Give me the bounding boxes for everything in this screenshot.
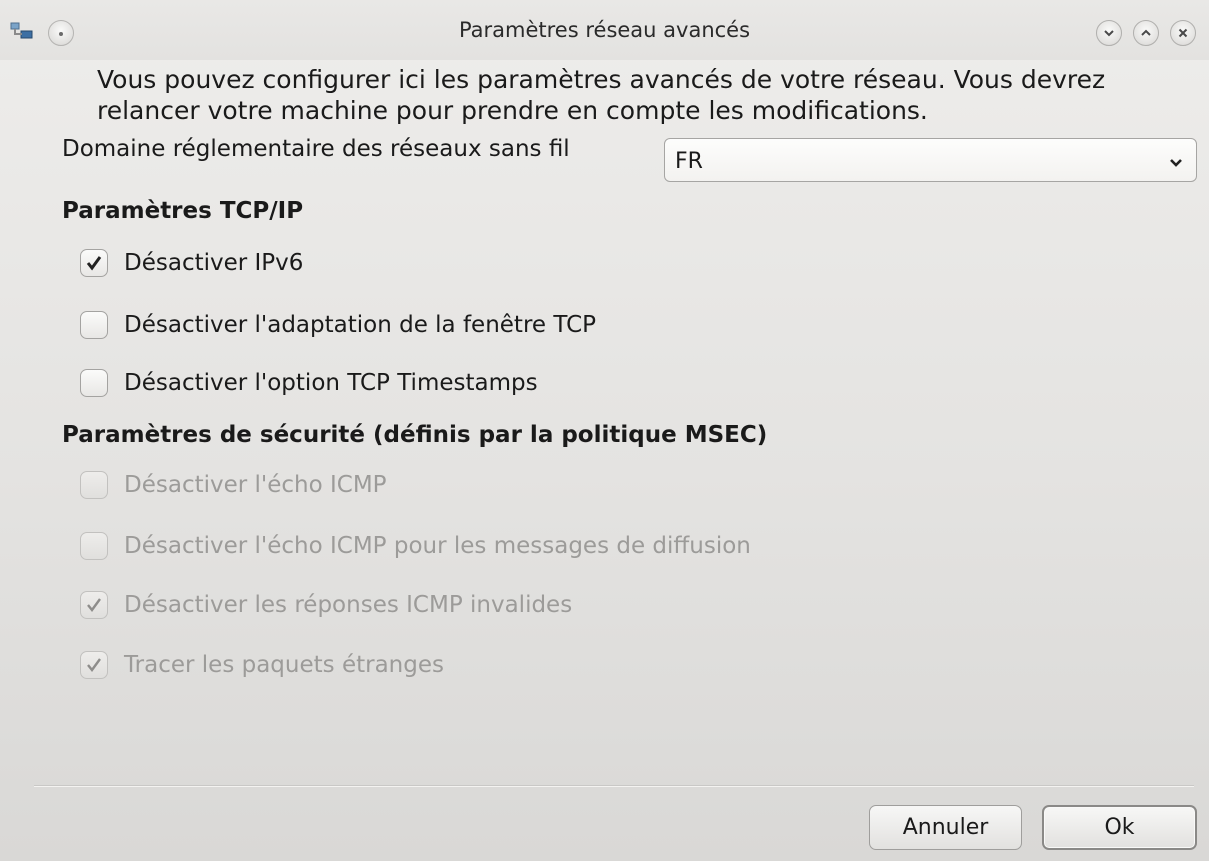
checkbox-label: Désactiver l'écho ICMP [124, 472, 387, 498]
chevron-up-icon[interactable] [1133, 20, 1159, 46]
title-bar[interactable]: Paramètres réseau avancés [0, 0, 1209, 60]
checkbox-label: Désactiver IPv6 [124, 250, 304, 276]
checkbox-box[interactable] [80, 471, 108, 499]
checkbox-disable-icmp-broadcast-echo[interactable]: Désactiver l'écho ICMP pour les messages… [80, 529, 751, 563]
checkbox-label: Désactiver l'option TCP Timestamps [124, 370, 538, 396]
close-icon[interactable] [1170, 20, 1196, 46]
window-title: Paramètres réseau avancés [458, 18, 751, 42]
checkbox-disable-invalid-icmp-responses[interactable]: Désactiver les réponses ICMP invalides [80, 588, 572, 622]
checkbox-box[interactable] [80, 651, 108, 679]
checkbox-box[interactable] [80, 311, 108, 339]
checkbox-label: Tracer les paquets étranges [124, 652, 444, 678]
cancel-button[interactable]: Annuler [869, 805, 1022, 850]
checkbox-disable-tcp-timestamps[interactable]: Désactiver l'option TCP Timestamps [80, 366, 538, 400]
checkbox-log-strange-packets[interactable]: Tracer les paquets étranges [80, 648, 444, 682]
checkbox-label: Désactiver les réponses ICMP invalides [124, 592, 573, 618]
regulatory-domain-value: FR [675, 149, 703, 174]
checkbox-box[interactable] [80, 369, 108, 397]
checkbox-box[interactable] [80, 591, 108, 619]
security-section-title: Paramètres de sécurité (définis par la p… [62, 422, 768, 448]
checkbox-disable-ipv6[interactable]: Désactiver IPv6 [80, 246, 303, 280]
advanced-network-settings-window: Paramètres réseau avancés Vous pouvez co… [0, 0, 1209, 861]
chevron-down-icon [1168, 154, 1184, 173]
regulatory-domain-label: Domaine réglementaire des réseaux sans f… [62, 136, 570, 162]
ok-button[interactable]: Ok [1042, 805, 1197, 850]
checkbox-label: Désactiver l'adaptation de la fenêtre TC… [124, 312, 596, 338]
checkbox-box[interactable] [80, 249, 108, 277]
checkbox-disable-tcp-window-scaling[interactable]: Désactiver l'adaptation de la fenêtre TC… [80, 308, 596, 342]
checkbox-disable-icmp-echo[interactable]: Désactiver l'écho ICMP [80, 468, 387, 502]
separator [34, 785, 1194, 787]
tcp-section-title: Paramètres TCP/IP [62, 198, 304, 224]
description-text: Vous pouvez configurer ici les paramètre… [97, 65, 1106, 125]
chevron-down-icon[interactable] [1096, 20, 1122, 46]
checkbox-label: Désactiver l'écho ICMP pour les messages… [124, 533, 751, 559]
checkbox-box[interactable] [80, 532, 108, 560]
regulatory-domain-select[interactable]: FR [664, 138, 1197, 182]
